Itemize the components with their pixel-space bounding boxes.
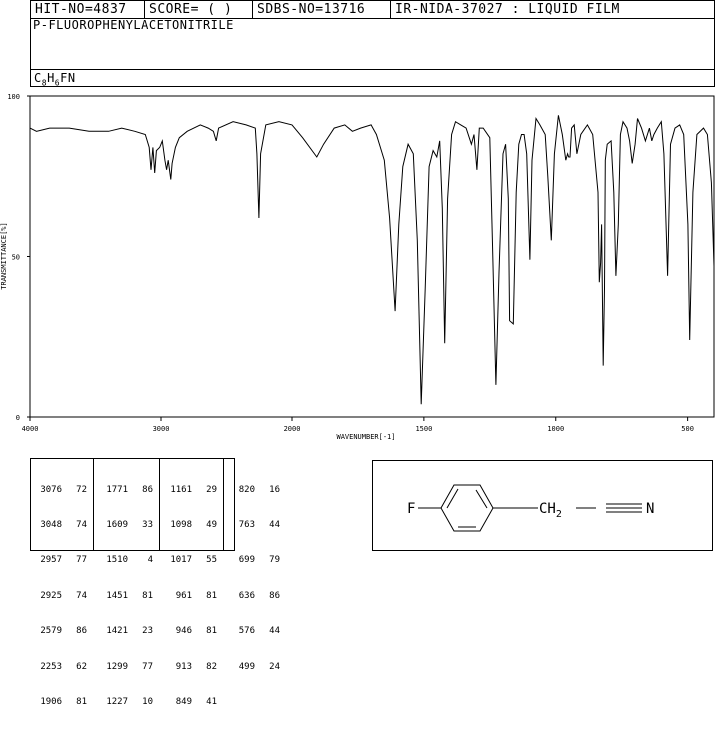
peak-wavenumber: 1161 [170,484,192,495]
peak-transmittance: 16 [269,484,280,495]
y-axis-title: TRANSMITTANCE[%] [0,222,8,289]
peak-transmittance: 10 [142,696,153,707]
peak-transmittance: 41 [206,696,217,707]
peak-transmittance: 86 [76,626,87,637]
peak-transmittance: 86 [269,590,280,601]
ch2-subscript: 2 [556,509,562,520]
peak-transmittance: 81 [206,590,217,601]
ring-double-bond [446,488,459,509]
x-tick-label: 4000 [22,425,39,433]
peak-column-transmittance: 72 74 77 74 86 62 81 [67,461,87,732]
peak-column-wavenumber: 3076 3048 2957 2925 2579 2253 1906 [34,461,62,732]
peak-wavenumber: 961 [175,590,192,601]
peak-transmittance: 81 [206,626,217,637]
x-tick-label: 1000 [547,425,564,433]
peak-transmittance: 44 [269,626,280,637]
peak-wavenumber: 1510 [106,555,128,566]
x-tick-label: 3000 [153,425,170,433]
peak-transmittance: 86 [142,484,153,495]
peak-transmittance: 29 [206,484,217,495]
peak-wavenumber: 499 [238,661,255,672]
spectrum-line [29,115,715,405]
peak-wavenumber: 576 [238,626,255,637]
peak-wavenumber: 2957 [40,555,62,566]
peak-transmittance: 33 [142,519,153,530]
peak-transmittance: 79 [269,555,280,566]
peak-column-wavenumber: 1161 1098 1017 961 946 913 849 [164,461,192,732]
peak-column-transmittance: 86 33 4 81 23 77 10 [133,461,153,732]
peak-transmittance: 23 [142,626,153,637]
peak-transmittance: 62 [76,661,87,672]
peak-column-transmittance: 16 44 79 86 44 24 [260,461,280,697]
ring-double-bond [475,489,488,509]
peak-wavenumber: 2253 [40,661,62,672]
benzene-ring [440,484,494,532]
peak-transmittance: 72 [76,484,87,495]
peak-column-wavenumber: 1771 1609 1510 1451 1421 1299 1227 [100,461,128,732]
table-divider [159,458,160,550]
x-axis-title: WAVENUMBER[-1] [336,433,395,441]
x-tick-label: 500 [681,425,694,433]
nitrogen-atom-label: N [646,501,654,517]
y-tick-label: 0 [16,414,20,422]
peak-transmittance: 24 [269,661,280,672]
peak-wavenumber: 1906 [40,696,62,707]
peak-transmittance: 74 [76,519,87,530]
peak-column-transmittance: 29 49 55 81 81 82 41 [197,461,217,732]
x-tick-label: 1500 [415,425,432,433]
peak-wavenumber: 913 [175,661,192,672]
fluorine-atom-label: F [407,501,415,517]
peak-transmittance: 44 [269,519,280,530]
peak-column-wavenumber: 820 763 699 636 576 499 [227,461,255,697]
peak-transmittance: 77 [76,555,87,566]
peak-wavenumber: 849 [175,696,192,707]
ch2-group-label: CH2 [539,501,562,520]
peak-wavenumber: 1227 [106,696,128,707]
peak-wavenumber: 2925 [40,590,62,601]
peak-transmittance: 49 [206,519,217,530]
peak-wavenumber: 820 [238,484,255,495]
ch2-base: CH [539,501,556,517]
peak-wavenumber: 1451 [106,590,128,601]
x-tick-label: 2000 [284,425,301,433]
peak-wavenumber: 1771 [106,484,128,495]
peak-transmittance: 4 [147,555,153,566]
peak-wavenumber: 3048 [40,519,62,530]
ir-spectrum-chart: 4000 3000 2000 1500 1000 500 0 50 100 WAVENUMBER… [0,93,715,441]
peak-transmittance: 81 [142,590,153,601]
peak-wavenumber: 1299 [106,661,128,672]
y-tick-label: 100 [7,93,20,101]
peak-wavenumber: 1609 [106,519,128,530]
y-tick-label: 50 [12,254,20,262]
peak-wavenumber: 1017 [170,555,192,566]
peak-wavenumber: 3076 [40,484,62,495]
peak-wavenumber: 699 [238,555,255,566]
peak-transmittance: 82 [206,661,217,672]
peak-transmittance: 74 [76,590,87,601]
peak-wavenumber: 1421 [106,626,128,637]
peak-wavenumber: 636 [238,590,255,601]
peak-transmittance: 81 [76,696,87,707]
peak-wavenumber: 1098 [170,519,192,530]
table-divider [223,458,224,550]
peak-wavenumber: 946 [175,626,192,637]
peak-transmittance: 55 [206,555,217,566]
peak-wavenumber: 2579 [40,626,62,637]
structure-diagram: F CH2 N [407,484,654,532]
table-divider [93,458,94,550]
peak-transmittance: 77 [142,661,153,672]
peak-wavenumber: 763 [238,519,255,530]
